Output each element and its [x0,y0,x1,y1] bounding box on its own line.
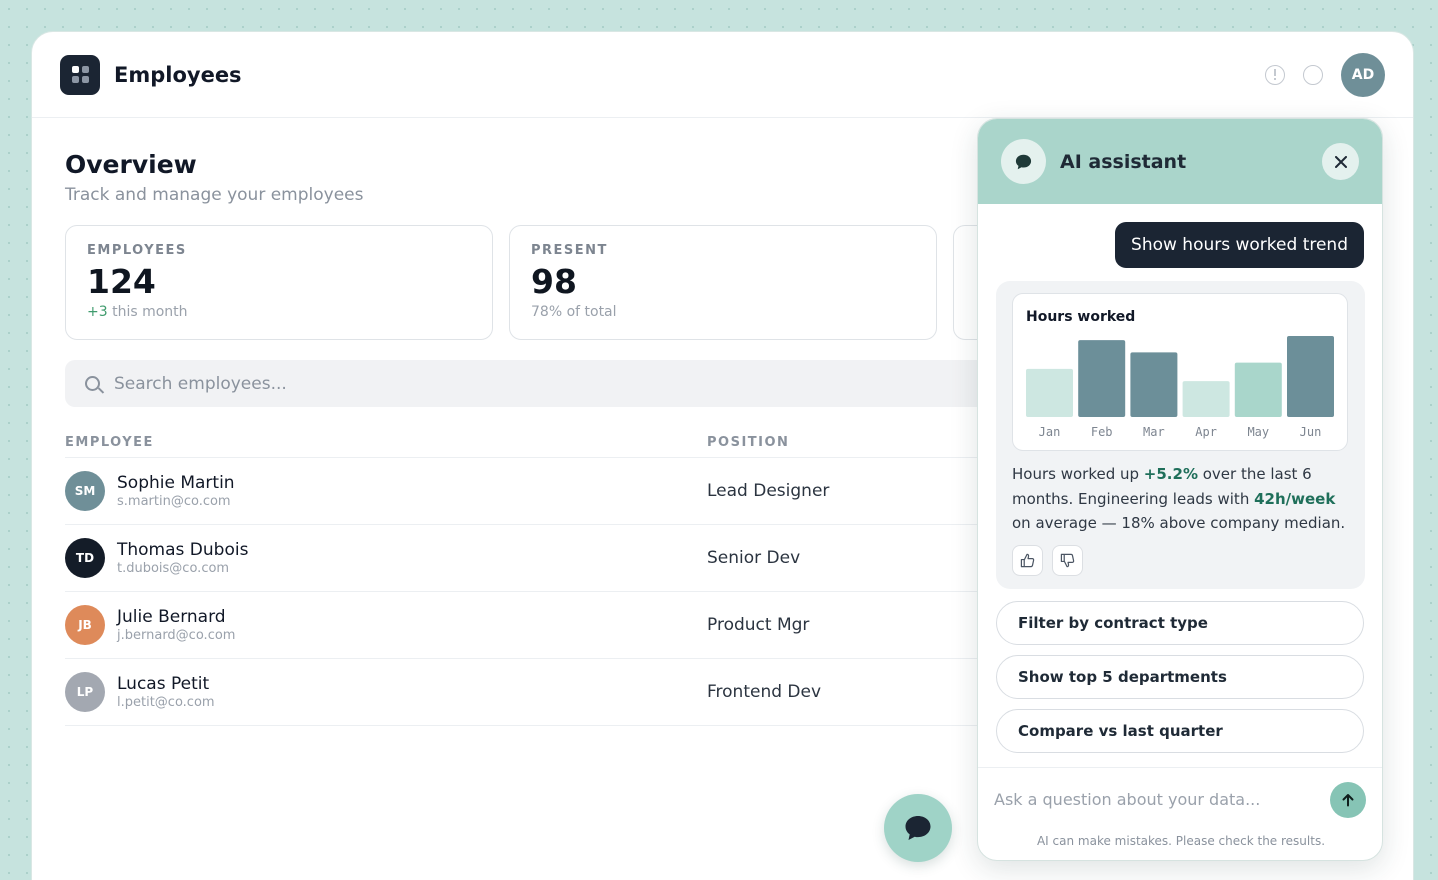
suggestion-chip[interactable]: Show top 5 departments [996,655,1364,699]
column-header-position[interactable]: POSITION [707,435,789,457]
chart-tick-label: Mar [1143,425,1165,439]
chart-bar-mar [1130,352,1178,417]
column-header-employee[interactable]: EMPLOYEE [65,435,707,457]
employee-cell: Julie Bernard j.bernard@co.com [117,607,707,643]
stat-note: +3 this month [87,304,471,320]
stat-note: 78% of total [531,304,915,320]
chat-launcher-button[interactable] [884,794,952,862]
ask-input[interactable] [994,787,1294,811]
stat-label: PRESENT [531,243,608,258]
chart-bar-jan [1026,368,1073,417]
employee-cell: Thomas Dubois t.dubois@co.com [117,540,707,576]
assistant-input-area: AI can make mistakes. Please check the r… [978,767,1382,860]
employee-name[interactable]: Julie Bernard [117,607,707,627]
response-highlight: 42h/week [1254,489,1336,508]
ai-assistant-panel: AI assistant Show hours worked trend Hou… [977,118,1383,861]
top-actions: AD [1265,52,1385,97]
disclaimer-text: AI can make mistakes. Please check the r… [1036,834,1326,848]
avatar: JB [65,605,105,645]
chart-tick-label: Jan [1039,425,1061,439]
stat-card-employees: EMPLOYEES 124 +3 this month [65,225,493,340]
chart-bar-feb [1078,340,1126,417]
send-button[interactable] [1330,782,1366,818]
employee-email: j.bernard@co.com [117,628,236,643]
assistant-avatar [1001,139,1046,184]
app-title: Employees [114,62,242,87]
chart-tick-label: Feb [1091,425,1113,439]
avatar: SM [65,471,105,511]
stat-label: EMPLOYEES [87,243,187,258]
alert-icon[interactable] [1265,64,1285,85]
top-bar: Employees AD [32,32,1413,118]
page-subtitle: Track and manage your employees [65,185,364,205]
chart-bar-jun [1287,336,1334,417]
employee-position: Senior Dev [707,548,801,568]
avatar: LP [65,672,105,712]
chart-tick-label: Apr [1195,425,1217,439]
user-avatar[interactable]: AD [1341,52,1385,97]
stat-note-text: this month [107,304,188,320]
search-input[interactable] [114,373,714,394]
user-message: Show hours worked trend [1115,222,1364,268]
employee-email: l.petit@co.com [117,695,215,710]
employee-name[interactable]: Lucas Petit [117,674,707,694]
thumbs-up-button[interactable] [1012,545,1043,576]
chart-tick-label: Jun [1300,425,1322,439]
search-icon [85,376,100,391]
response-text: on average — 18% above company median. [1012,514,1346,532]
hours-chart: Hours worked Jan Feb Mar Apr May Jun [1012,293,1348,451]
employee-name[interactable]: Thomas Dubois [117,540,707,560]
response-highlight: +5.2% [1143,465,1198,483]
chart-bar-may [1234,362,1282,417]
circle-icon[interactable] [1303,64,1323,85]
close-button[interactable] [1322,143,1359,180]
page-title: Overview [65,150,197,179]
employee-email: t.dubois@co.com [117,561,230,576]
chat-bubble-icon [905,816,931,840]
employee-email: s.martin@co.com [117,494,231,509]
table-row[interactable]: TD Thomas Dubois t.dubois@co.com Senior … [65,525,1025,592]
suggestion-chip[interactable]: Filter by contract type [996,601,1364,645]
avatar: TD [65,538,105,578]
assistant-header: AI assistant [978,119,1382,204]
stat-value: 124 [87,262,156,301]
stat-card-present: PRESENT 98 78% of total [509,225,937,340]
assistant-response: Hours worked Jan Feb Mar Apr May Jun Hours wo… [996,281,1365,589]
chart-bar-apr [1182,381,1230,417]
chart-tick-label: May [1247,425,1269,439]
response-text: Hours worked up [1012,465,1144,483]
employee-position: Lead Designer [707,481,830,501]
send-arrow-icon [1342,794,1354,807]
employee-name[interactable]: Sophie Martin [117,473,707,493]
table-header: EMPLOYEE POSITION [65,435,1025,458]
bar-chart: Jan Feb Mar Apr May Jun [1026,336,1334,439]
table-row[interactable]: SM Sophie Martin s.martin@co.com Lead De… [65,458,1025,525]
employee-position: Frontend Dev [707,682,822,702]
assistant-response-text: Hours worked up +5.2% over the last 6 mo… [1012,462,1352,536]
chat-bubble-icon [1015,154,1032,169]
thumbs-up-icon [1020,553,1035,568]
assistant-title: AI assistant [1060,150,1187,173]
close-icon [1334,155,1347,168]
table-row[interactable]: JB Julie Bernard j.bernard@co.com Produc… [65,592,1025,659]
employee-cell: Lucas Petit l.petit@co.com [117,674,707,710]
thumbs-down-icon [1060,553,1075,568]
stat-value: 98 [531,262,577,301]
suggestion-chip[interactable]: Compare vs last quarter [996,709,1364,753]
thumbs-down-button[interactable] [1052,545,1083,576]
logo-icon [60,54,100,95]
employee-cell: Sophie Martin s.martin@co.com [117,473,707,509]
stat-note-text: 78% of total [531,304,617,320]
main-content: Overview Track and manage your employees… [65,150,1381,726]
table-row[interactable]: LP Lucas Petit l.petit@co.com Frontend D… [65,659,1025,726]
stat-note-highlight: +3 [87,304,108,320]
employee-position: Product Mgr [707,615,810,635]
